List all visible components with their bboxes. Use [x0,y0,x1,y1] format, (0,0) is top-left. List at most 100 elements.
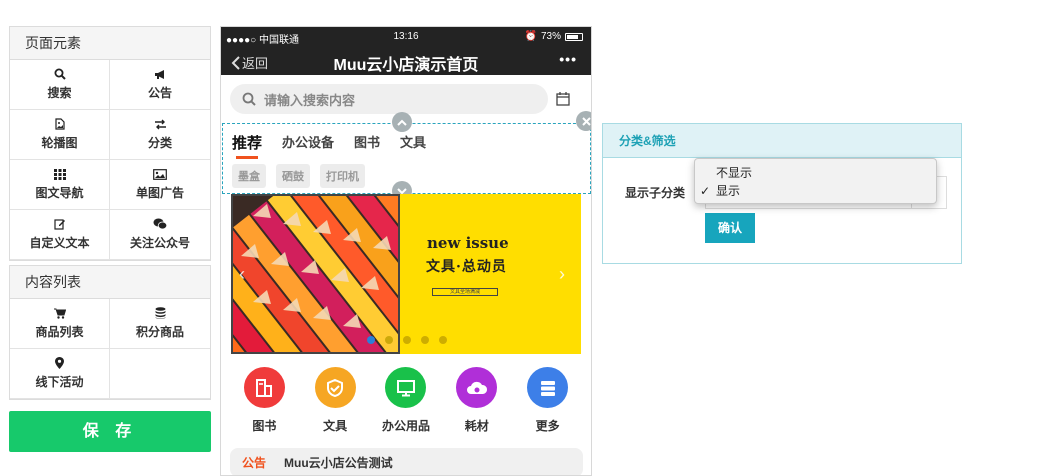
calendar-icon[interactable] [556,92,570,106]
show-subcategory-label: 显示子分类 [625,186,686,200]
status-bar: ●●●●○ 中国联通 13:16 ⏰ 73% [221,27,591,47]
carousel-dots [367,336,447,344]
empty-cell [110,349,210,399]
battery-percent: 73% [540,31,561,42]
tab-books[interactable]: 图书 [354,132,380,153]
option-label: 不显示 [716,166,753,180]
tab-office-equipment[interactable]: 办公设备 [282,132,334,153]
search-input[interactable]: 请输入搜索内容 [230,84,548,114]
element-label: 图文导航 [35,186,84,200]
page-elements-title: 页面元素 [10,27,210,60]
checkmark-icon: ✓ [700,184,711,198]
cloud-icon [456,367,498,408]
carousel-banner[interactable]: new issue 文具·总动员 文具全场满减 ‹ › [231,194,581,354]
quick-office[interactable]: 办公用品 [376,367,436,434]
delete-module-icon[interactable] [576,111,591,131]
phone-preview: ●●●●○ 中国联通 13:16 ⏰ 73% 返回 Muu云小店演示首页 •••… [220,26,592,476]
element-search[interactable]: 搜索 [10,60,110,110]
carousel-dot[interactable] [385,336,393,344]
element-product-list[interactable]: 商品列表 [10,299,110,349]
carousel-dot[interactable] [439,336,447,344]
carousel-next-icon[interactable]: › [559,264,565,285]
search-icon [53,68,67,80]
exchange-icon [153,118,167,130]
pencils-image [231,194,400,354]
content-list-panel: 内容列表 商品列表 积分商品 线下活动 [9,265,211,400]
banner-headline: new issue [427,234,509,252]
alarm-icon: ⏰ [524,31,537,42]
option-show[interactable]: ✓ 显示 [695,182,936,200]
element-label: 分类 [147,136,172,150]
carousel-dot[interactable] [421,336,429,344]
quick-nav: 图书 文具 办公用品 耗材 更多 [221,367,591,434]
quick-label: 文具 [323,419,348,433]
server-icon [527,367,569,408]
move-up-icon[interactable] [392,112,412,132]
element-points-product[interactable]: 积分商品 [110,299,210,349]
save-button[interactable]: 保 存 [9,411,211,452]
element-image-nav[interactable]: 图文导航 [10,160,110,210]
element-label: 商品列表 [35,325,84,339]
map-marker-icon [53,357,67,369]
carousel-dot[interactable] [403,336,411,344]
page-elements-panel: 页面元素 搜索 公告 轮播图 分类 图文导航 单图广告 自定义文本 关注公众号 [9,26,211,261]
banner-text-area: new issue 文具·总动员 文具全场满减 [400,194,581,354]
notice-bar[interactable]: 公告 Muu云小店公告测试 [230,448,583,475]
option-hide[interactable]: 不显示 [695,164,936,182]
banner-subtitle: 文具·总动员 [426,259,507,275]
notice-tag: 公告 [242,456,267,470]
element-custom-text[interactable]: 自定义文本 [10,210,110,260]
cart-icon [53,307,67,319]
quick-more[interactable]: 更多 [518,367,578,434]
carousel-dot[interactable] [367,336,375,344]
quick-stationery[interactable]: 文具 [305,367,365,434]
element-follow-account[interactable]: 关注公众号 [110,210,210,260]
element-label: 积分商品 [135,325,184,339]
chip-toner[interactable]: 硒鼓 [276,164,310,188]
element-carousel[interactable]: 轮播图 [10,110,110,160]
megaphone-icon [153,68,167,80]
battery-icon [565,32,583,41]
nav-bar: 返回 Muu云小店演示首页 ••• [221,47,591,75]
element-notice[interactable]: 公告 [110,60,210,110]
subcategory-dropdown: 不显示 ✓ 显示 [694,158,937,204]
grid-icon [53,168,67,180]
chip-printer[interactable]: 打印机 [320,164,365,188]
element-category[interactable]: 分类 [110,110,210,160]
database-icon [153,307,167,319]
quick-consumables[interactable]: 耗材 [447,367,507,434]
more-menu-icon[interactable]: ••• [559,51,577,67]
element-offline-event[interactable]: 线下活动 [10,349,110,399]
tab-stationery[interactable]: 文具 [400,132,426,153]
content-list-title: 内容列表 [10,266,210,299]
quick-books[interactable]: 图书 [234,367,294,434]
element-label: 单图广告 [135,186,184,200]
element-label: 关注公众号 [129,236,190,250]
element-label: 公告 [147,86,172,100]
shield-check-icon [314,367,356,408]
quick-label: 更多 [535,419,560,433]
subcategory-chips: 墨盒 硒鼓 打印机 [232,164,365,188]
monitor-icon [385,367,427,408]
option-label: 显示 [716,184,741,198]
file-image-icon [53,118,67,130]
category-tabs: 推荐 办公设备 图书 文具 [232,132,426,159]
quick-label: 耗材 [464,419,489,433]
settings-header: 分类&筛选 [603,124,961,158]
books-icon [243,367,285,408]
element-label: 搜索 [47,86,72,100]
wechat-icon [153,218,167,230]
picture-icon [153,168,167,180]
notice-text: Muu云小店公告测试 [284,456,393,470]
status-right: ⏰ 73% [525,31,583,42]
quick-label: 办公用品 [381,419,430,433]
tab-recommend[interactable]: 推荐 [232,132,262,159]
confirm-button[interactable]: 确认 [705,213,755,243]
carousel-prev-icon[interactable]: ‹ [239,264,245,285]
chip-ink-cartridge[interactable]: 墨盒 [232,164,266,188]
search-icon [242,92,256,106]
page-title: Muu云小店演示首页 [333,57,479,74]
element-single-ad[interactable]: 单图广告 [110,160,210,210]
search-placeholder: 请输入搜索内容 [264,92,356,108]
element-label: 轮播图 [41,136,78,150]
